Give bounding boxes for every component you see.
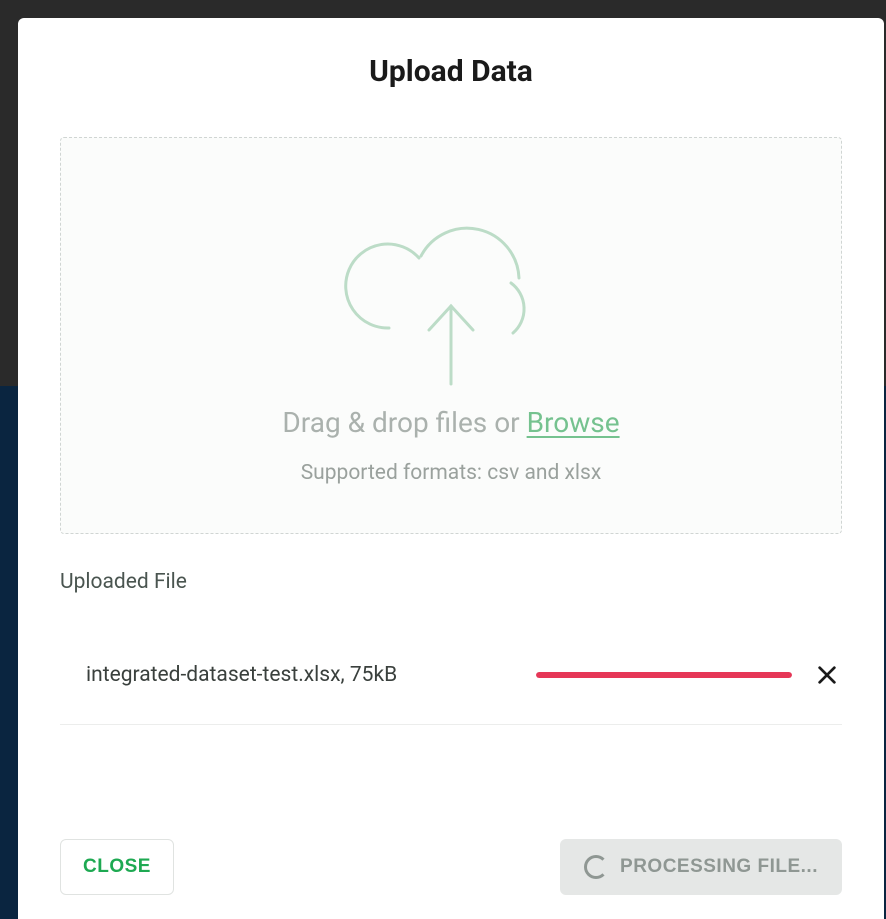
spinner-icon — [584, 855, 608, 879]
browse-link[interactable]: Browse — [527, 406, 620, 439]
processing-label: PROCESSING FILE... — [620, 856, 818, 878]
file-dropzone[interactable]: Drag & drop files or Browse Supported fo… — [60, 137, 842, 534]
dropzone-supported-formats: Supported formats: csv and xlsx — [301, 461, 602, 485]
upload-progress-track — [536, 672, 792, 678]
close-button[interactable]: CLOSE — [60, 839, 174, 895]
upload-progress-bar — [536, 672, 792, 678]
modal-footer: CLOSE PROCESSING FILE... — [60, 839, 842, 895]
modal-title: Upload Data — [60, 54, 842, 89]
cloud-upload-icon — [341, 198, 561, 388]
dropzone-prompt: Drag & drop files or Browse — [282, 406, 619, 439]
uploaded-file-label: Uploaded File — [60, 570, 842, 594]
dropzone-prompt-text: Drag & drop files or — [282, 406, 526, 439]
uploaded-file-name: integrated-dataset-test.xlsx, 75kB — [86, 663, 397, 687]
remove-file-button[interactable] — [812, 660, 842, 690]
close-icon — [816, 664, 838, 686]
upload-data-modal: Upload Data Drag & drop files or Browse … — [18, 18, 884, 919]
uploaded-file-row: integrated-dataset-test.xlsx, 75kB — [60, 652, 842, 725]
processing-button: PROCESSING FILE... — [560, 839, 842, 895]
